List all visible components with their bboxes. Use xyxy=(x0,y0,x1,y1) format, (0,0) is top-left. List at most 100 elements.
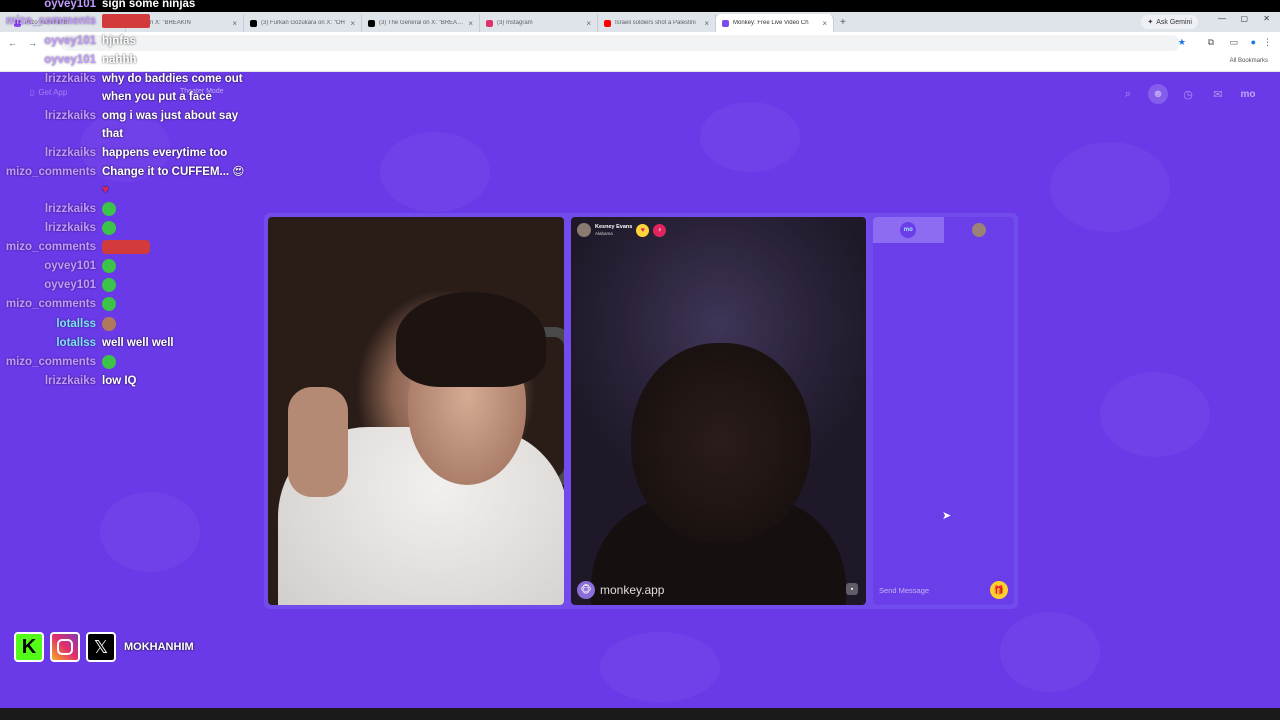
green-emote-icon xyxy=(102,201,116,216)
report-icon[interactable]: ▪ xyxy=(846,583,858,595)
stream-chat-overlay: oyvey101 sign some ninjas mizo_comments o… xyxy=(0,0,260,400)
maximize-icon[interactable]: ▢ xyxy=(1240,14,1248,23)
green-emote-icon xyxy=(102,277,116,292)
chat-message: lotallss xyxy=(0,315,116,333)
chat-username: lrizzkaiks xyxy=(44,110,96,122)
peer-location: Alabama xyxy=(595,230,613,236)
chat-message: oyvey101 nahhh xyxy=(0,51,137,69)
green-emote-icon xyxy=(102,220,116,235)
monkey-watermark: 🐵 monkey.app xyxy=(577,581,664,599)
browser-tab-active[interactable]: Monkey: Free Live Video Ch × xyxy=(716,14,834,32)
close-tab-icon[interactable]: × xyxy=(468,19,473,28)
chat-username: oyvey101 xyxy=(44,35,96,47)
monkey-logo-icon: 🐵 xyxy=(577,581,595,599)
heart-badge-icon[interactable]: ♥ xyxy=(636,223,650,237)
thumbs-up-hand xyxy=(288,387,348,497)
all-bookmarks-link[interactable]: All Bookmarks xyxy=(1230,58,1268,64)
x-logo-icon: 𝕏 xyxy=(86,632,116,662)
chat-panel: mo 🎁 xyxy=(873,217,1014,605)
close-tab-icon[interactable]: × xyxy=(586,19,591,28)
chat-message: lrizzkaiks xyxy=(0,200,116,218)
chat-text-with-emote: Change it to CUFFEM... 😍 ♥ xyxy=(102,163,244,199)
monkey-home-icon[interactable]: ☻ xyxy=(1148,84,1168,104)
chat-message: lrizzkaiks low IQ xyxy=(0,372,137,390)
browser-tab[interactable]: (3) Furkan Gözükara on X: "OH × xyxy=(244,14,362,32)
chat-username: lotallss xyxy=(56,337,96,349)
stream-bottom-strip xyxy=(0,708,1280,720)
kick-icon: K xyxy=(14,632,44,662)
chat-message: mizo_comments xyxy=(0,295,116,313)
peer-face xyxy=(631,343,811,543)
messages-icon[interactable]: ✉ xyxy=(1208,84,1228,104)
close-tab-icon[interactable]: × xyxy=(704,19,709,28)
green-emote-icon xyxy=(102,258,116,273)
chat-username: oyvey101 xyxy=(44,279,96,291)
search-icon[interactable]: ⌕ xyxy=(1118,84,1138,104)
chat-username: oyvey101 xyxy=(44,54,96,66)
chat-message: oyvey101 hjnfas xyxy=(0,32,136,50)
chat-message: lotallss well well well xyxy=(0,334,174,352)
send-message-input[interactable] xyxy=(879,585,990,595)
instagram-icon xyxy=(486,19,493,27)
curly-hair xyxy=(396,292,546,387)
chat-message: oyvey101 xyxy=(0,276,116,294)
gift-icon[interactable]: 🎁 xyxy=(990,581,1008,599)
profile-mo-button[interactable]: mo xyxy=(1238,84,1258,104)
peer-tab-avatar xyxy=(971,223,986,237)
tab-peer[interactable] xyxy=(944,217,1015,243)
chat-message: oyvey101 xyxy=(0,257,116,275)
chat-text: omg i was just about say that xyxy=(102,110,239,140)
cast-icon[interactable]: ▭ xyxy=(1229,37,1238,48)
youtube-icon xyxy=(604,19,611,27)
chat-message: mizo_comments xyxy=(0,238,150,256)
green-emote-icon xyxy=(102,354,116,369)
chat-emotes xyxy=(102,12,150,30)
chat-message: mizo_comments Change it to CUFFEM... 😍 ♥ xyxy=(0,163,244,199)
peer-info[interactable]: Kesney Evans Alabama ♥ ♀ xyxy=(577,223,667,237)
peer-avatar xyxy=(577,223,591,237)
chat-message: lrizzkaiks why do baddies come out when y… xyxy=(0,70,252,106)
new-tab-button[interactable]: + xyxy=(840,17,846,28)
chat-text: Change it to CUFFEM... xyxy=(102,166,230,178)
bg-blob xyxy=(700,102,800,172)
chat-message: lrizzkaiks xyxy=(0,219,116,237)
menu-icon[interactable]: ⋮ xyxy=(1263,37,1272,48)
star-icon[interactable]: ★ xyxy=(1178,37,1186,48)
history-icon[interactable]: ◷ xyxy=(1178,84,1198,104)
self-avatar: mo xyxy=(900,222,917,238)
self-video xyxy=(268,217,564,605)
close-tab-icon[interactable]: × xyxy=(822,19,827,28)
chat-username: mizo_comments xyxy=(5,166,96,178)
extensions-icon[interactable]: ⧉ xyxy=(1208,37,1214,48)
bg-blob xyxy=(380,132,490,212)
socials-bar: K 𝕏 MOKHANHIM xyxy=(14,632,194,662)
chat-username: lrizzkaiks xyxy=(44,375,96,387)
chat-message: mizo_comments xyxy=(0,12,150,30)
chat-tabs: mo xyxy=(873,217,1014,243)
chat-username: oyvey101 xyxy=(44,260,96,272)
browser-tab[interactable]: (3) The General on X: "BREAKIN × xyxy=(362,14,480,32)
bg-blob xyxy=(1000,612,1100,692)
peer-video: Kesney Evans Alabama ♥ ♀ 🐵 monkey.app ▪ xyxy=(571,217,866,605)
chat-message: lrizzkaiks happens everytime too xyxy=(0,144,227,162)
minimize-icon[interactable]: — xyxy=(1218,14,1226,23)
top-nav-icons: ⌕ ☻ ◷ ✉ mo xyxy=(1118,84,1258,104)
send-message-bar: 🎁 xyxy=(873,575,1014,605)
chat-text: nahhh xyxy=(102,54,137,66)
instagram-icon xyxy=(50,632,80,662)
social-handle: MOKHANHIM xyxy=(124,641,194,653)
green-emote-icon xyxy=(102,296,116,311)
ask-gemini-button[interactable]: ✦ Ask Gemini xyxy=(1141,15,1198,29)
chat-text: hjnfas xyxy=(102,35,136,47)
close-tab-icon[interactable]: × xyxy=(350,19,355,28)
chat-username: mizo_comments xyxy=(5,15,96,27)
profile-icon[interactable]: ● xyxy=(1251,37,1256,47)
close-window-icon[interactable]: ✕ xyxy=(1263,14,1270,23)
chat-text: well well well xyxy=(102,337,174,349)
tab-self[interactable]: mo xyxy=(873,217,944,243)
browser-tab[interactable]: Israeli soldiers shot a Palestini × xyxy=(598,14,716,32)
mouse-cursor-icon: ➤ xyxy=(942,510,952,522)
peer-name: Kesney Evans xyxy=(595,224,633,231)
browser-tab[interactable]: (3) Instagram × xyxy=(480,14,598,32)
chat-username: lrizzkaiks xyxy=(44,73,96,85)
